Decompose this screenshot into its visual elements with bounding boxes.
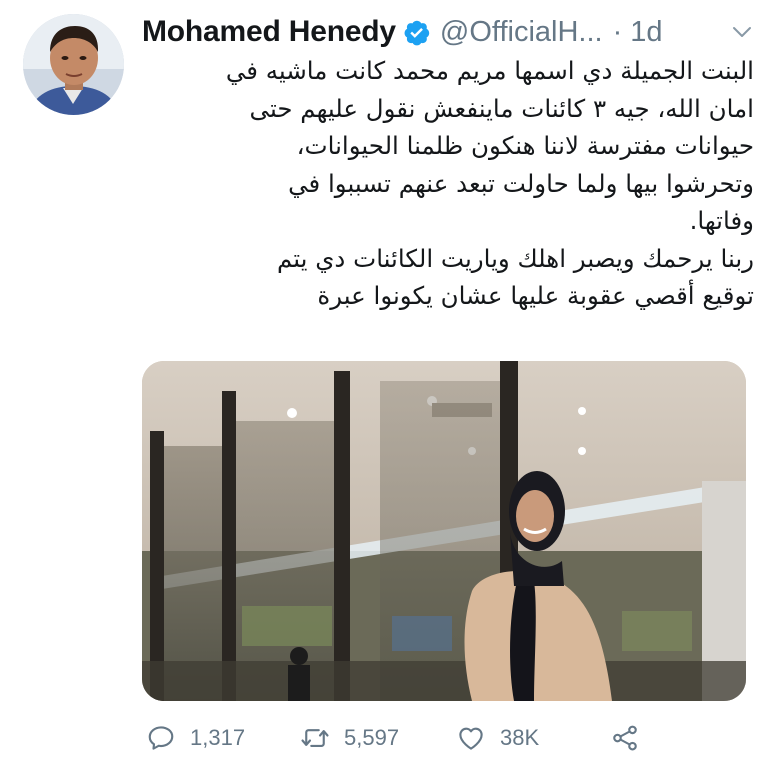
share-button[interactable] [610, 716, 640, 760]
like-count: 38K [500, 725, 540, 750]
handle[interactable]: @OfficialH... [440, 16, 603, 49]
timestamp[interactable]: 1d [630, 16, 662, 49]
media-photo [142, 361, 746, 701]
retweet-button[interactable]: 5,597 [300, 716, 399, 760]
tweet-text: البنت الجميلة دي اسمها مريم محمد كانت ما… [225, 56, 754, 310]
avatar[interactable] [23, 14, 124, 115]
tweet-header: Mohamed Henedy @OfficialH... · 1d [142, 10, 754, 54]
separator-dot: · [612, 15, 623, 48]
avatar-photo [23, 14, 124, 115]
heart-icon [456, 723, 486, 753]
tweet-actions: 1,317 5,597 38K [142, 716, 754, 760]
retweet-count: 5,597 [344, 725, 400, 750]
verified-badge-icon [402, 18, 431, 47]
retweet-icon [300, 723, 330, 753]
reply-count: 1,317 [190, 725, 246, 750]
like-button[interactable]: 38K [456, 716, 539, 760]
reply-button[interactable]: 1,317 [146, 716, 245, 760]
chevron-down-icon[interactable] [730, 20, 754, 44]
tweet-media[interactable] [142, 361, 746, 701]
share-icon [610, 723, 640, 753]
reply-icon [146, 723, 176, 753]
display-name[interactable]: Mohamed Henedy [142, 15, 396, 49]
